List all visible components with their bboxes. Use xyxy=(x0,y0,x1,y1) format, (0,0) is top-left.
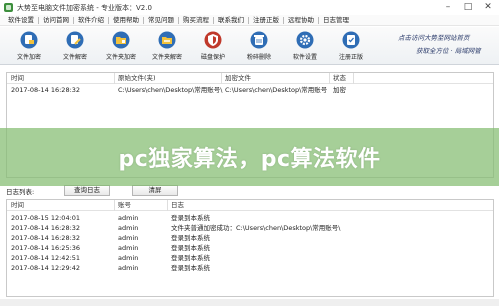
column-header-time[interactable]: 时间 xyxy=(11,73,24,83)
column-header-time[interactable]: 时间 xyxy=(11,200,24,210)
disk-shield-icon xyxy=(204,31,222,49)
slogan-line-2: 获取全方位 · 局域网管 xyxy=(416,47,481,55)
folder-lock-icon xyxy=(112,31,130,49)
log-list-label: 日志列表: xyxy=(6,188,35,196)
title-bar: 大势至电脑文件加密系统 - 专业版本：V2.0 – □ ✕ xyxy=(0,0,499,15)
column-header-account[interactable]: 账号 xyxy=(118,200,131,210)
file-unlock-icon xyxy=(66,31,84,49)
menu-software-intro[interactable]: 软件介绍 xyxy=(74,16,109,24)
menu-visit-homepage[interactable]: 访问首网 xyxy=(39,16,74,24)
menu-purchase[interactable]: 购买流程 xyxy=(179,16,214,24)
close-button[interactable]: ✕ xyxy=(481,2,495,13)
table-row[interactable]: 2017-08-15 12:04:01 admin 登录到本系统 xyxy=(7,213,493,223)
log-toolbar: 日志列表: 查询日志 清屏 xyxy=(6,185,494,197)
menu-software-settings[interactable]: 软件设置 xyxy=(4,16,39,24)
file-decrypt-button[interactable]: 文件解密 xyxy=(54,29,96,63)
column-header-encrypted[interactable]: 加密文件 xyxy=(225,73,251,83)
column-header-original[interactable]: 原始文件(夹) xyxy=(118,73,156,83)
menu-log-management[interactable]: 日志管理 xyxy=(319,16,353,24)
shred-icon xyxy=(250,31,268,49)
file-lock-icon xyxy=(20,31,38,49)
query-log-button[interactable]: 查询日志 xyxy=(64,185,110,196)
shred-delete-button[interactable]: 粉碎删除 xyxy=(238,29,280,63)
minimize-button[interactable]: – xyxy=(441,2,455,13)
slogan-line-1: 点击访问大势至网站首页 xyxy=(398,34,470,42)
window-controls: – □ ✕ xyxy=(441,2,495,13)
table-header: 时间 账号 日志 xyxy=(7,200,493,211)
promo-slogan[interactable]: 点击访问大势至网站首页 获取全方位 · 局域网管 xyxy=(394,29,496,63)
table-row[interactable]: 2017-08-14 16:28:32 admin 文件夹普通加密成功：C:\U… xyxy=(7,223,493,233)
register-button[interactable]: 注册正版 xyxy=(330,29,372,63)
window-title: 大势至电脑文件加密系统 - 专业版本：V2.0 xyxy=(17,3,152,12)
maximize-button[interactable]: □ xyxy=(461,2,475,13)
overlay-banner: pc独家算法，pc算法软件 xyxy=(0,128,499,186)
column-header-status[interactable]: 状态 xyxy=(333,73,346,83)
table-header: 时间 原始文件(夹) 加密文件 状态 xyxy=(7,73,493,84)
folder-encrypt-button[interactable]: 文件夹加密 xyxy=(100,29,142,63)
register-icon xyxy=(342,31,360,49)
table-row[interactable]: 2017-08-14 16:28:32 admin 登录到本系统 xyxy=(7,233,493,243)
folder-unlock-icon xyxy=(158,31,176,49)
menu-remote-assist[interactable]: 远程协助 xyxy=(284,16,319,24)
app-icon xyxy=(4,3,13,12)
clear-screen-button[interactable]: 清屏 xyxy=(132,185,178,196)
gear-icon xyxy=(296,31,314,49)
column-header-log[interactable]: 日志 xyxy=(171,200,184,210)
menu-register[interactable]: 注册正版 xyxy=(249,16,284,24)
file-encrypt-button[interactable]: 文件加密 xyxy=(8,29,50,63)
table-row[interactable]: 2017-08-14 12:29:42 admin 登录到本系统 xyxy=(7,263,493,273)
menu-bar: 软件设置 访问首网 软件介绍 使用帮助 常见问题 购买流程 联系我们 注册正版 … xyxy=(0,15,499,26)
folder-decrypt-button[interactable]: 文件夹解密 xyxy=(146,29,188,63)
table-row[interactable]: 2017-08-14 16:25:36 admin 登录到本系统 xyxy=(7,243,493,253)
menu-help[interactable]: 使用帮助 xyxy=(109,16,144,24)
status-bar xyxy=(0,299,499,306)
software-settings-button[interactable]: 软件设置 xyxy=(284,29,326,63)
disk-protect-button[interactable]: 磁盘保护 xyxy=(192,29,234,63)
menu-faq[interactable]: 常见问题 xyxy=(144,16,179,24)
table-row[interactable]: 2017-08-14 16:28:32 C:\Users\chen\Deskto… xyxy=(7,85,493,95)
menu-contact[interactable]: 联系我们 xyxy=(214,16,249,24)
log-table[interactable]: 时间 账号 日志 2017-08-15 12:04:01 admin 登录到本系… xyxy=(6,199,494,297)
table-row[interactable]: 2017-08-14 12:42:51 admin 登录到本系统 xyxy=(7,253,493,263)
overlay-banner-text: pc独家算法，pc算法软件 xyxy=(118,147,381,172)
toolbar: 文件加密 文件解密 文件夹加密 文件夹解密 磁盘保护 粉碎删除 软件设置 注册正… xyxy=(0,27,499,65)
